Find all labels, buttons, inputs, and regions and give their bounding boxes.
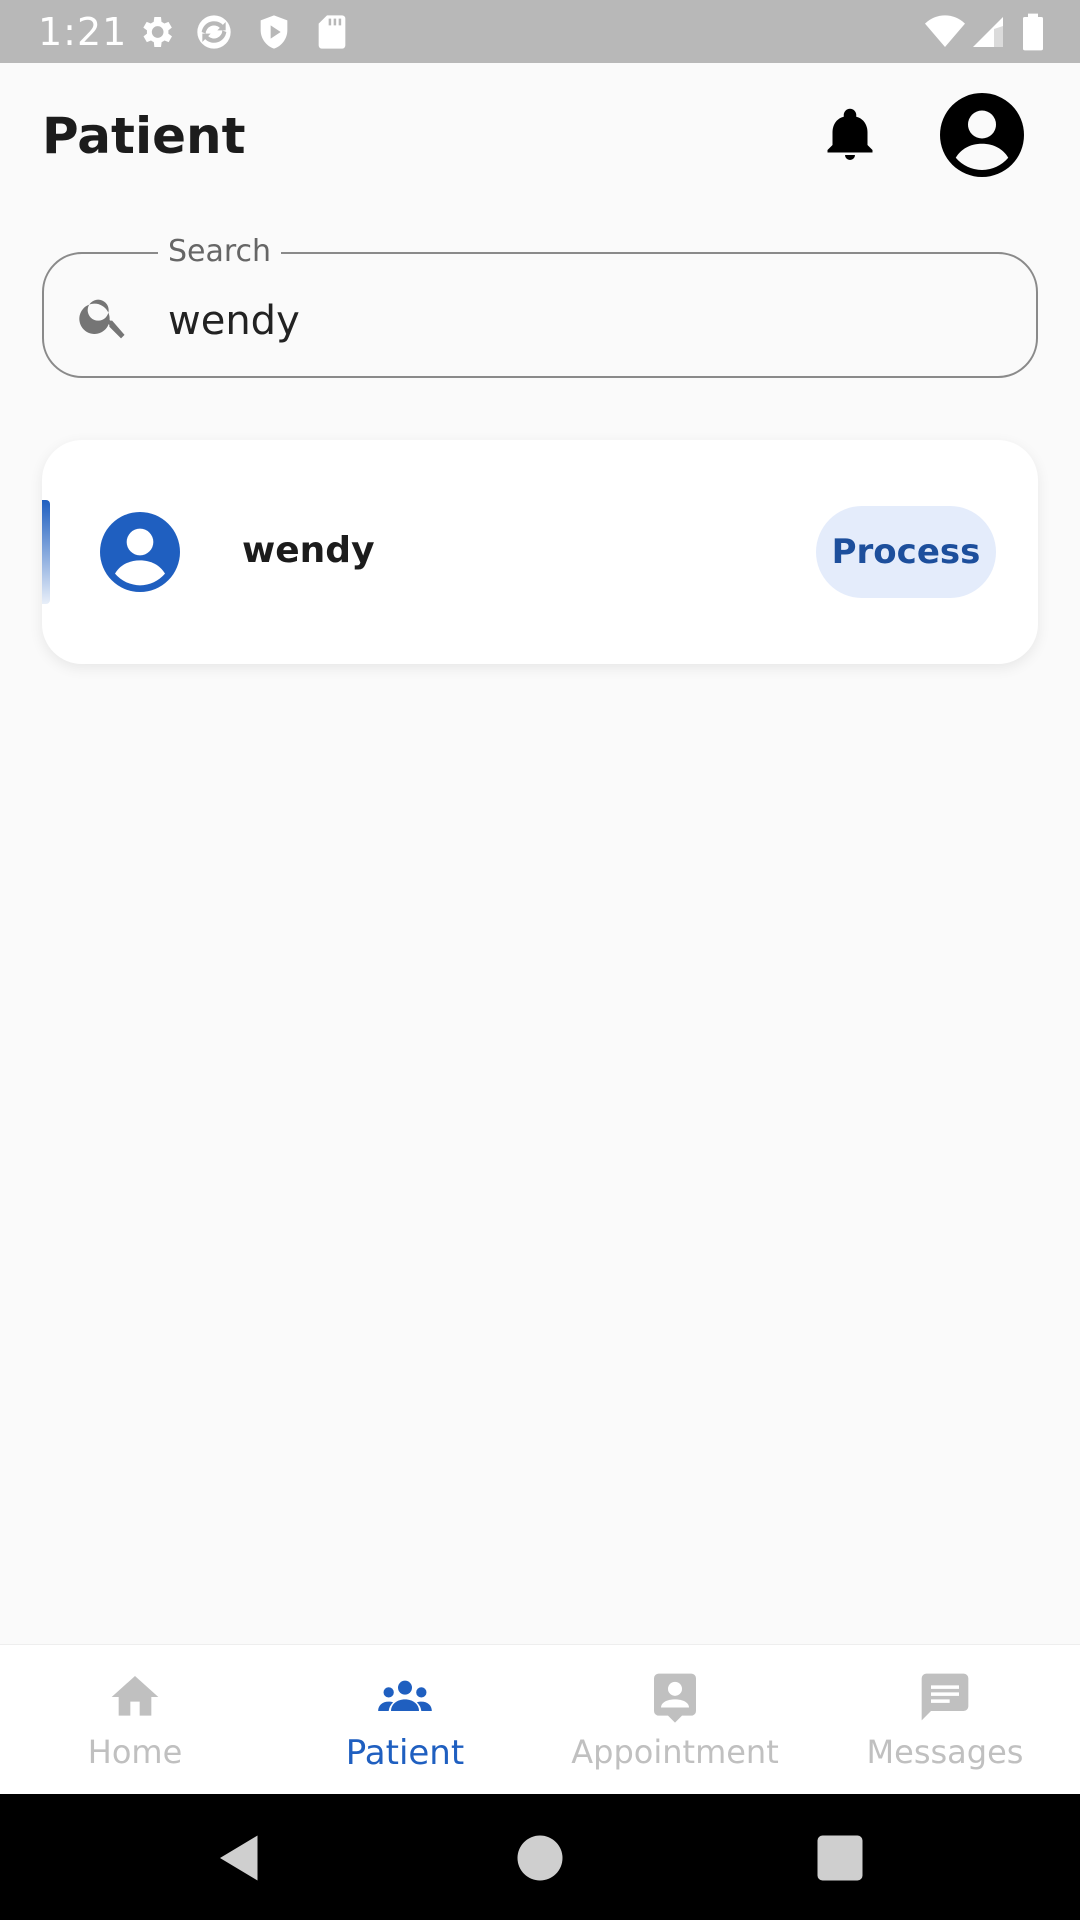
search-icon	[79, 299, 125, 339]
wifi-icon	[925, 15, 965, 47]
status-bar: 1:21	[0, 0, 1080, 63]
signal-icon	[973, 17, 1003, 47]
home-icon	[111, 1676, 159, 1716]
card-accent-bar	[42, 500, 50, 604]
nav-item-patient[interactable]: Patient	[270, 1645, 540, 1795]
shield-play-icon	[260, 15, 288, 49]
nav-item-appointment[interactable]: Appointment	[540, 1645, 810, 1795]
sd-card-icon	[318, 15, 346, 49]
home-circle-icon[interactable]	[510, 1828, 570, 1888]
patient-avatar-icon	[100, 512, 180, 592]
app-header: Patient	[0, 63, 1080, 213]
nav-label-messages: Messages	[866, 1733, 1024, 1771]
page-title: Patient	[42, 107, 246, 165]
recents-square-icon[interactable]	[810, 1828, 870, 1888]
patient-name: wendy	[242, 530, 375, 571]
people-icon	[378, 1680, 432, 1711]
bell-icon[interactable]	[820, 103, 880, 167]
system-nav-bar	[0, 1794, 1080, 1920]
contact-card-icon	[654, 1673, 696, 1723]
message-icon	[921, 1673, 969, 1721]
status-time: 1:21	[38, 10, 128, 54]
back-icon[interactable]	[210, 1828, 270, 1888]
account-circle-icon[interactable]	[940, 93, 1024, 177]
bottom-nav: Home Patient Appointment Messages	[0, 1644, 1080, 1794]
nav-label-home: Home	[87, 1733, 183, 1771]
nav-item-messages[interactable]: Messages	[810, 1645, 1080, 1795]
nav-item-home[interactable]: Home	[0, 1645, 270, 1795]
search-value[interactable]: wendy	[168, 298, 300, 344]
nav-label-appointment: Appointment	[571, 1733, 779, 1771]
patient-card[interactable]: wendy Process	[42, 440, 1038, 664]
app-screen: 1:21 Patient Search wendy wendy Process …	[0, 0, 1080, 1920]
battery-icon	[1023, 13, 1043, 51]
sync-app-icon	[197, 15, 231, 49]
settings-gear-icon	[143, 17, 172, 47]
search-label: Search	[158, 234, 282, 269]
process-button[interactable]: Process	[816, 506, 996, 598]
nav-label-patient: Patient	[345, 1733, 465, 1773]
